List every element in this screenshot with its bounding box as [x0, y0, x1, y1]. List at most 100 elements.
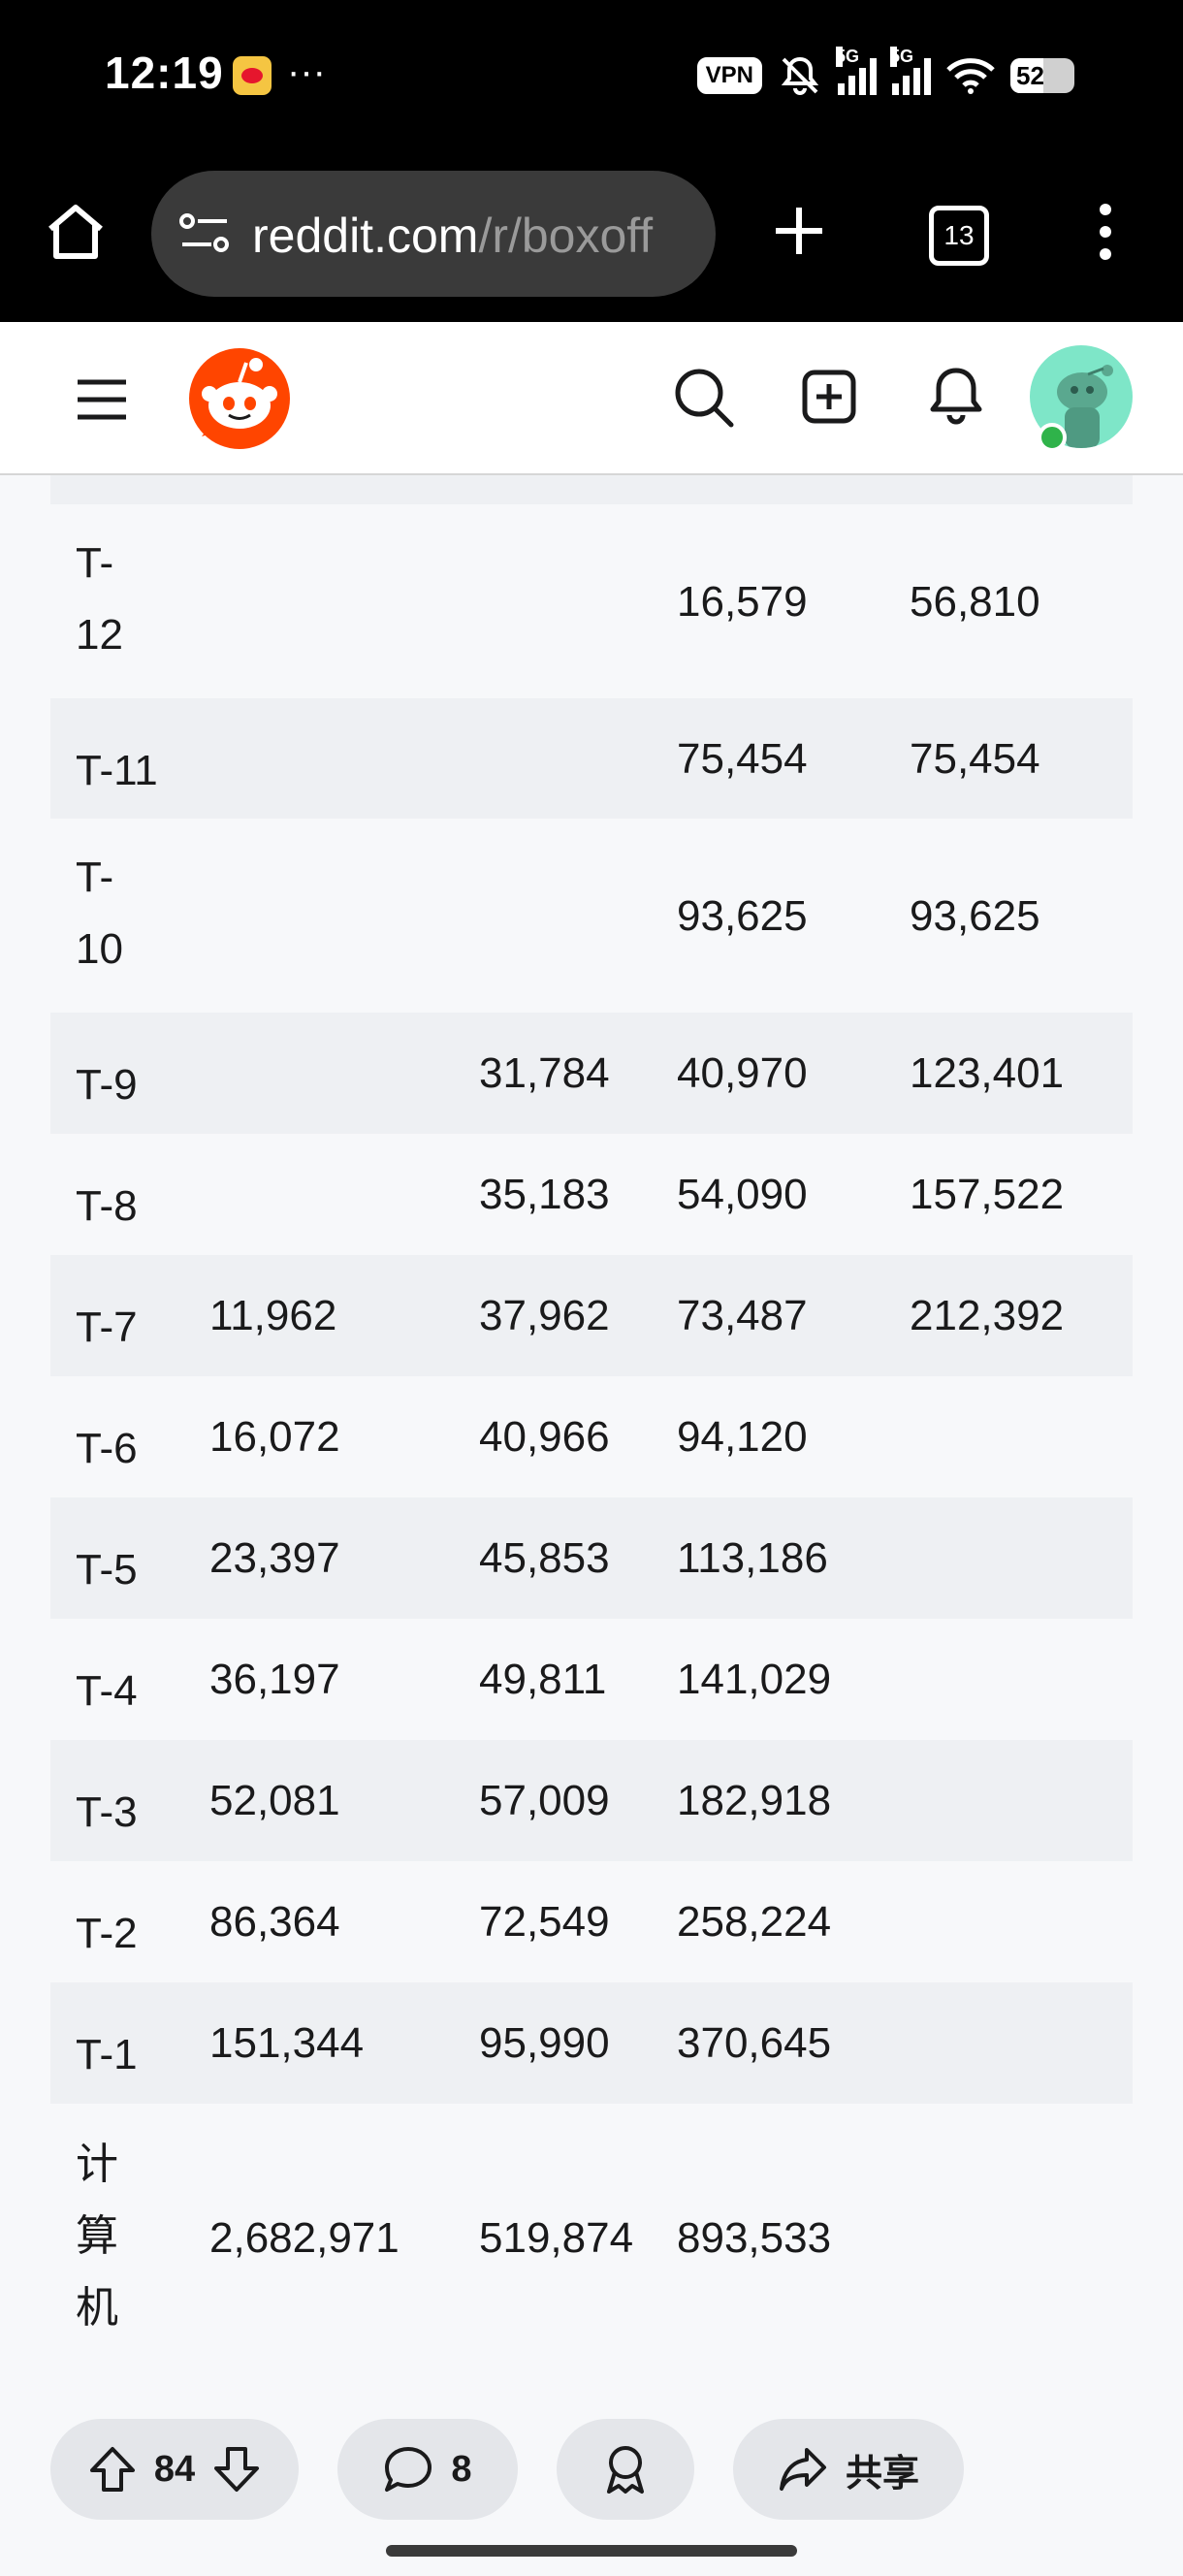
- create-post-icon[interactable]: [801, 369, 857, 425]
- cell-col4: 93,625: [910, 892, 1040, 940]
- row-label: T-9: [76, 1061, 138, 1109]
- cell-col1: 16,072: [209, 1413, 340, 1461]
- weibo-notification-icon: [233, 56, 272, 95]
- url-text[interactable]: reddit.com/r/boxoff: [252, 208, 653, 264]
- reddit-header: [0, 322, 1183, 475]
- cell-col2: 49,811: [479, 1656, 607, 1703]
- row-label: T- 12: [76, 539, 123, 659]
- cell-col4: 123,401: [910, 1049, 1065, 1097]
- mute-icon: [781, 56, 819, 95]
- table-row: T- 10 93,625 93,625: [50, 819, 1133, 1013]
- status-icons: VPN 5G 5G 52: [696, 47, 1074, 101]
- url-path: /r/boxoff: [478, 209, 654, 263]
- cell-col3: 141,029: [677, 1656, 832, 1703]
- comments-button[interactable]: 8: [337, 2419, 518, 2520]
- cell-col2: 95,990: [479, 2019, 610, 2067]
- network-type-1: 5G: [836, 47, 860, 67]
- row-label: T-6: [76, 1425, 138, 1472]
- row-label: T-7: [76, 1304, 138, 1351]
- row-label: 计 算 机: [76, 2141, 118, 2332]
- post-action-bar: 84 8 共享: [0, 2396, 1183, 2531]
- table-row: T-8 35,183 54,090 157,522: [50, 1134, 1133, 1255]
- row-label: T-2: [76, 1910, 138, 1957]
- row-label: T-1: [76, 2031, 138, 2078]
- cell-col1: 36,197: [209, 1656, 340, 1703]
- new-tab-icon[interactable]: [772, 204, 826, 258]
- share-label: 共享: [845, 2453, 919, 2495]
- vote-count: 84: [153, 2448, 196, 2490]
- cell-col3: 94,120: [677, 1413, 808, 1461]
- cell-col2: 519,874: [479, 2214, 634, 2262]
- upvote-icon[interactable]: [88, 2445, 137, 2494]
- browser-toolbar: reddit.com/r/boxoff 13: [0, 155, 1183, 322]
- table-row: T-5 23,397 45,853 113,186: [50, 1497, 1133, 1619]
- cell-col3: 182,918: [677, 1777, 832, 1824]
- cell-col3: 73,487: [677, 1292, 808, 1339]
- cell-col3: 370,645: [677, 2019, 832, 2067]
- cell-col3: 113,186: [677, 1534, 828, 1582]
- cell-col3: 258,224: [677, 1898, 832, 1946]
- downvote-icon[interactable]: [212, 2445, 261, 2494]
- table-row: T-11 75,454 75,454: [50, 698, 1133, 819]
- more-menu-icon[interactable]: [1096, 202, 1115, 262]
- cell-col2: 31,784: [479, 1049, 610, 1097]
- table-row: T-1 151,344 95,990 370,645: [50, 1982, 1133, 2104]
- cell-col1: 2,682,971: [209, 2214, 400, 2262]
- search-icon[interactable]: [673, 367, 735, 429]
- cell-col3: 75,454: [677, 735, 808, 783]
- cell-col2: 72,549: [479, 1898, 610, 1946]
- gesture-home-bar[interactable]: [386, 2545, 797, 2557]
- network-type-2: 5G: [890, 47, 914, 67]
- share-button[interactable]: 共享: [733, 2419, 964, 2520]
- table-row: T- 12 16,579 56,810: [50, 504, 1133, 698]
- signal-icon-1: 5G: [836, 47, 877, 95]
- award-button[interactable]: [557, 2419, 694, 2520]
- cell-col2: 45,853: [479, 1534, 610, 1582]
- comment-icon: [385, 2447, 432, 2492]
- battery-icon: 52: [1010, 58, 1074, 93]
- cell-col3: 893,533: [677, 2214, 832, 2262]
- table-row: T-2 86,364 72,549 258,224: [50, 1861, 1133, 1982]
- table-row: T-9 31,784 40,970 123,401: [50, 1013, 1133, 1134]
- site-settings-icon[interactable]: [178, 211, 231, 256]
- cell-col2: 37,962: [479, 1292, 610, 1339]
- hamburger-menu-icon[interactable]: [76, 378, 128, 421]
- notification-bell-icon[interactable]: [927, 365, 985, 429]
- table-row: T-7 11,962 37,962 73,487 212,392: [50, 1255, 1133, 1376]
- cell-col3: 16,579: [677, 578, 808, 626]
- table-row: T-3 52,081 57,009 182,918: [50, 1740, 1133, 1861]
- address-bar[interactable]: reddit.com/r/boxoff: [151, 171, 716, 297]
- row-label: T- 10: [76, 853, 123, 973]
- battery-level: 52: [1016, 61, 1044, 90]
- cell-col1: 151,344: [209, 2019, 365, 2067]
- cell-col1: 11,962: [209, 1292, 337, 1339]
- table-row: T-6 16,072 40,966 94,120: [50, 1376, 1133, 1497]
- table-row-partial: [50, 475, 1133, 504]
- wifi-icon: [946, 58, 995, 94]
- row-label: T-11: [76, 747, 158, 794]
- cell-col2: 40,966: [479, 1413, 610, 1461]
- data-table: T- 12 16,579 56,810 T-11 75,454 75,454 T…: [50, 475, 1133, 2369]
- cell-col2: 35,183: [479, 1171, 610, 1218]
- cell-col1: 52,081: [209, 1777, 340, 1824]
- comment-count: 8: [451, 2448, 472, 2490]
- cell-col3: 93,625: [677, 892, 808, 940]
- vote-pill: 84: [50, 2419, 299, 2520]
- status-bar: 12:19 ··· VPN 5G 5G 52: [0, 0, 1183, 155]
- online-status-dot: [1038, 423, 1067, 452]
- signal-icon-2: 5G: [890, 47, 931, 95]
- tab-switcher-button[interactable]: 13: [929, 206, 989, 266]
- cell-col2: 57,009: [479, 1777, 610, 1824]
- status-time: 12:19: [105, 48, 224, 98]
- cell-col1: 23,397: [209, 1534, 340, 1582]
- row-label: T-4: [76, 1667, 138, 1715]
- vpn-icon: VPN: [696, 57, 762, 94]
- row-label: T-5: [76, 1546, 138, 1594]
- cell-col3: 40,970: [677, 1049, 808, 1097]
- table-row: T-4 36,197 49,811 141,029: [50, 1619, 1133, 1740]
- share-icon: [779, 2448, 826, 2491]
- home-icon[interactable]: [45, 202, 107, 262]
- reddit-logo-icon[interactable]: [188, 347, 291, 450]
- row-label: T-8: [76, 1182, 138, 1230]
- cell-col1: 86,364: [209, 1898, 340, 1946]
